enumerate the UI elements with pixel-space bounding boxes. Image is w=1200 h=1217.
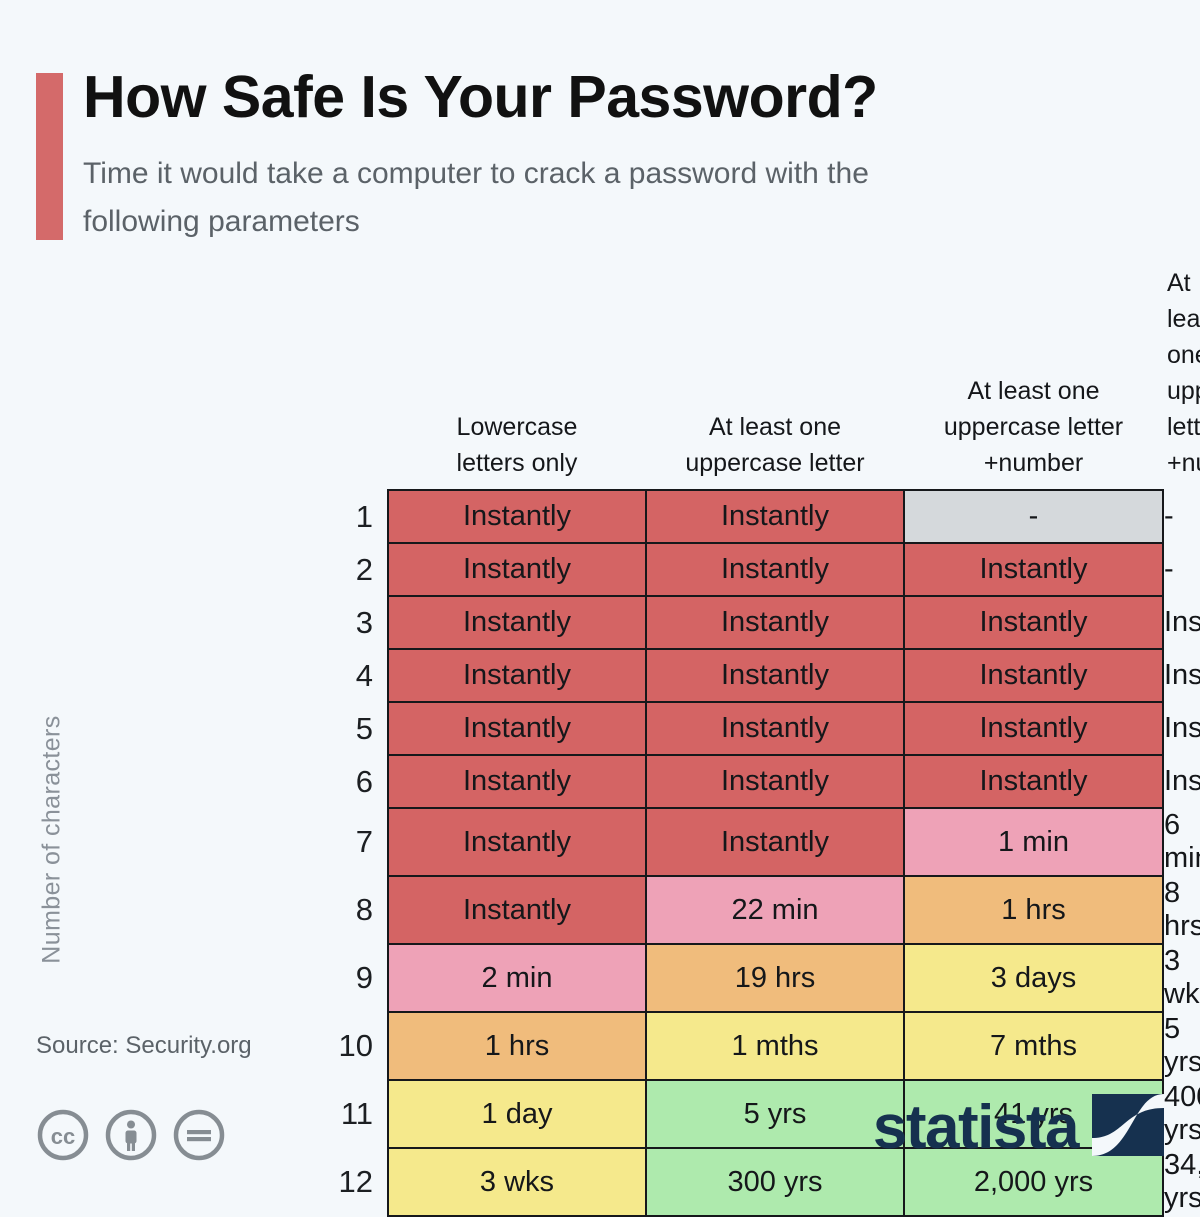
- row-label-1: 1: [131, 490, 388, 543]
- column-header-0: Lowercase letters only: [388, 265, 646, 490]
- heatmap-cell: Instantly: [645, 807, 905, 877]
- accent-bar: [36, 73, 63, 240]
- y-axis-label: Number of characters: [37, 715, 66, 964]
- row-label-text: 8: [355, 892, 373, 927]
- row-label-text: 9: [355, 960, 373, 995]
- heatmap-cell: 1 mths: [645, 1011, 905, 1081]
- heatmap-cell: Instantly: [387, 875, 647, 945]
- row-label-text: 11: [340, 1096, 373, 1131]
- heatmap-cell: 3 days: [903, 943, 1164, 1013]
- column-header-1: At least one uppercase letter: [646, 265, 904, 490]
- column-header-line: uppercase letter: [943, 413, 1124, 441]
- row-label-text: 4: [355, 657, 373, 693]
- heatmap-cell: 5 yrs: [645, 1079, 905, 1149]
- table-row: 10 1 hrs 1 mths 7 mths 5 yrs: [131, 1011, 1200, 1081]
- table-row: 5InstantlyInstantlyInstantlyInstantly: [131, 701, 1200, 756]
- heatmap-cell: -: [903, 489, 1164, 544]
- heatmap-table: Lowercase letters only At least one upperca…: [131, 265, 1200, 1217]
- heatmap-cell: 300 yrs: [645, 1147, 905, 1217]
- table-row: 6InstantlyInstantlyInstantlyInstantly: [131, 754, 1200, 809]
- heatmap-cell: 22 min: [645, 875, 905, 945]
- password-crack-time-heatmap: Number of characters Lowercase letters on…: [0, 265, 1200, 1217]
- heatmap-cell: Instantly: [387, 595, 647, 650]
- table-row: 3InstantlyInstantlyInstantlyInstantly: [131, 595, 1200, 650]
- heatmap-cell: Instantly: [387, 542, 647, 597]
- heatmap-cell: 1 min: [903, 807, 1164, 877]
- heatmap-cell: Instantly: [387, 489, 647, 544]
- column-header-2: At least one uppercase letter +number: [904, 265, 1163, 490]
- heatmap-cell: 3 wks: [387, 1147, 647, 1217]
- row-label-8: 8: [131, 876, 388, 944]
- row-label-3: 3: [131, 596, 388, 649]
- heatmap-cell: Instantly: [387, 648, 647, 703]
- heatmap-cell: Instantly: [645, 542, 905, 597]
- heatmap-cell: Instantly: [387, 754, 647, 809]
- page-title: How Safe Is Your Password?: [83, 64, 878, 130]
- heatmap-cell: Instantly: [645, 595, 905, 650]
- table-header: Lowercase letters only At least one upperca…: [131, 265, 1200, 490]
- svg-text:cc: cc: [51, 1124, 75, 1149]
- table-row: 1 Instantly Instantly - -: [131, 489, 1174, 544]
- heatmap-cell: Instantly: [645, 489, 905, 544]
- row-label-text: 12: [338, 1164, 373, 1199]
- row-label-text: 2: [355, 551, 373, 587]
- heatmap-cell: 1 hrs: [903, 875, 1164, 945]
- heatmap-cell: Instantly: [903, 754, 1164, 809]
- column-header-row: Lowercase letters only At least one upperca…: [131, 265, 1200, 490]
- statista-mark-icon: [1092, 1094, 1164, 1161]
- column-header-line: +number: [983, 449, 1084, 477]
- source-note: Source: Security.org: [36, 1032, 252, 1059]
- column-header-line: At least one: [967, 377, 1100, 405]
- heatmap-cell: Instantly: [903, 648, 1164, 703]
- statista-wordmark: statista: [872, 1092, 1080, 1162]
- table-row: 8 Instantly 22 min 1 hrs 8 hrs: [131, 875, 1200, 945]
- no-derivatives-icon: [172, 1108, 226, 1167]
- row-label-6: 6: [131, 755, 388, 808]
- table-row: 2 Instantly Instantly Instantly -: [131, 542, 1174, 597]
- heatmap-cell: 2 min: [387, 943, 647, 1013]
- row-label-4: 4: [131, 649, 388, 702]
- row-label-text: 10: [338, 1028, 373, 1063]
- heatmap-cell: 19 hrs: [645, 943, 905, 1013]
- attribution-icon: [104, 1108, 158, 1167]
- column-header-line: letters only: [456, 449, 578, 477]
- column-header-line: Lowercase: [456, 413, 578, 441]
- heatmap-cell: Instantly: [903, 595, 1164, 650]
- column-header-line: At least one: [708, 413, 842, 441]
- heatmap-cell: 1 day: [387, 1079, 647, 1149]
- row-label-text: 5: [355, 710, 373, 746]
- heatmap-cell: Instantly: [645, 701, 905, 756]
- heatmap-cell: 1 hrs: [387, 1011, 647, 1081]
- heatmap-cell: Instantly: [903, 701, 1164, 756]
- creative-commons-license: cc: [36, 1108, 226, 1167]
- table-row: 4InstantlyInstantlyInstantlyInstantly: [131, 648, 1200, 703]
- page-subtitle: Time it would take a computer to crack a…: [83, 157, 869, 238]
- heatmap-cell: Instantly: [645, 648, 905, 703]
- heatmap-cell: Instantly: [387, 701, 647, 756]
- row-label-2: 2: [131, 543, 388, 596]
- row-label-text: 3: [355, 604, 373, 640]
- row-label-text: 7: [355, 824, 373, 859]
- row-label-7: 7: [131, 808, 388, 876]
- heatmap-cell: Instantly: [903, 542, 1164, 597]
- table-row: 92 min19 hrs3 days3 wks: [131, 943, 1200, 1013]
- row-label-9: 9: [131, 944, 388, 1012]
- row-label-text: 1: [355, 498, 373, 534]
- heatmap-cell: Instantly: [387, 807, 647, 877]
- row-label-text: 6: [355, 763, 373, 799]
- table-row: 7InstantlyInstantly1 min6 min: [131, 807, 1200, 877]
- cc-icon: cc: [36, 1108, 90, 1167]
- row-label-5: 5: [131, 702, 388, 755]
- header: How Safe Is Your Password? Time it would…: [36, 63, 1166, 253]
- heatmap-cell: Instantly: [645, 754, 905, 809]
- column-header-line: uppercase letter: [685, 449, 865, 477]
- heatmap-cell: 7 mths: [903, 1011, 1164, 1081]
- statista-logo: statista: [873, 1094, 1164, 1161]
